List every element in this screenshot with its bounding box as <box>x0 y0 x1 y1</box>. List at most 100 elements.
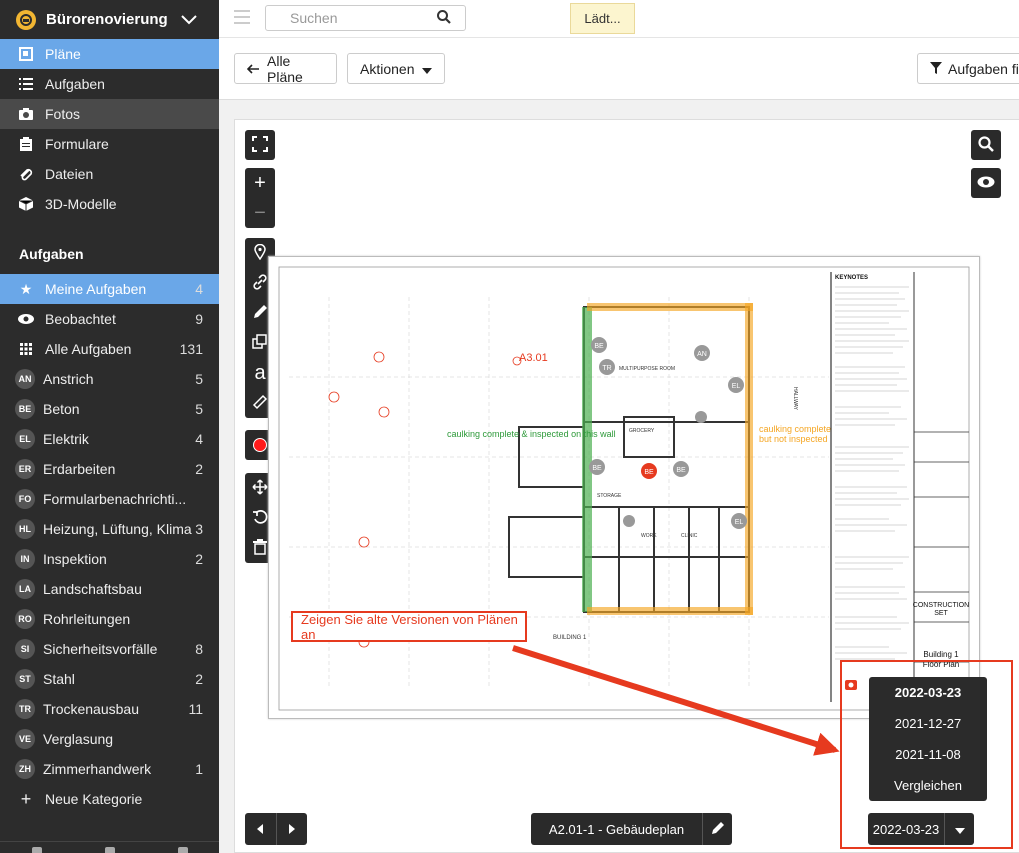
list-icon <box>17 75 35 93</box>
current-version: 2022-03-23 <box>872 821 940 837</box>
category-badge: EL <box>15 429 35 449</box>
version-toggle[interactable] <box>944 813 974 845</box>
sidebar-category[interactable]: ST Stahl 2 <box>0 664 219 694</box>
sidebar-category[interactable]: BE Beton 5 <box>0 394 219 424</box>
actions-label: Aktionen <box>360 60 415 77</box>
category-list: AN Anstrich 5 BE Beton 5 EL Elektrik 4 ER Erdarbei… <box>0 364 219 784</box>
version-dropdown-menu[interactable]: 2022-03-23 2021-12-27 2021-11-08 Verglei… <box>869 677 987 801</box>
task-count: 9 <box>195 311 203 327</box>
new-category-button[interactable]: + Neue Kategorie <box>0 784 219 814</box>
sidebar-item-label: 3D-Modelle <box>45 196 117 212</box>
task-count: 2 <box>195 671 203 687</box>
chevron-left-icon <box>257 821 264 837</box>
task-count: 8 <box>195 641 203 657</box>
sidebar: Bürorenovierung Pläne Aufgaben Fotos For… <box>0 0 219 853</box>
search-icon[interactable] <box>437 10 451 27</box>
sidebar-item-label: Rohrleitungen <box>43 611 131 627</box>
all-plans-label: Alle Pläne <box>267 52 303 85</box>
sidebar-item-label: Fotos <box>45 106 81 122</box>
arrow-left-icon <box>246 61 259 77</box>
previous-plan-button[interactable] <box>245 813 276 845</box>
caret-down-icon <box>422 61 433 77</box>
version-option[interactable]: 2022-03-23 <box>869 677 987 708</box>
edit-plan-button[interactable] <box>702 813 732 845</box>
sidebar-category[interactable]: TR Trockenausbau 11 <box>0 694 219 724</box>
sidebar-item-label: Stahl <box>43 671 75 687</box>
sidebar-item-label: Inspektion <box>43 551 107 567</box>
sidebar-category[interactable]: FO Formularbenachrichti... <box>0 484 219 514</box>
sidebar-item-label: Anstrich <box>43 371 94 387</box>
sidebar-item-files[interactable]: Dateien <box>0 159 219 189</box>
sidebar-item-3d-models[interactable]: 3D-Modelle <box>0 189 219 219</box>
version-selector[interactable]: 2022-03-23 <box>868 813 974 845</box>
task-count: 4 <box>195 281 203 297</box>
menu-icon[interactable] <box>234 10 250 24</box>
actions-dropdown[interactable]: Aktionen <box>347 53 445 84</box>
sidebar-item-label: Alle Aufgaben <box>45 341 132 357</box>
main-content: Alle Pläne Aktionen Aufgaben fil + − a B… <box>219 38 1019 853</box>
paperclip-icon <box>17 165 35 183</box>
chevron-down-icon[interactable] <box>181 12 197 28</box>
star-icon: ★ <box>19 280 33 297</box>
category-badge: IN <box>15 549 35 569</box>
project-switcher[interactable]: Bürorenovierung <box>0 0 219 39</box>
sidebar-item-label: Formulare <box>45 136 109 152</box>
sidebar-item-plans[interactable]: Pläne <box>0 39 219 69</box>
sidebar-category[interactable]: SI Sicherheitsvorfälle 8 <box>0 634 219 664</box>
sidebar-category[interactable]: VE Verglasung <box>0 724 219 754</box>
compare-option[interactable]: Vergleichen <box>869 770 987 801</box>
sidebar-category[interactable]: IN Inspektion 2 <box>0 544 219 574</box>
settings-icon[interactable] <box>104 846 115 853</box>
task-count: 2 <box>195 551 203 567</box>
sidebar-item-label: Heizung, Lüftung, Klima <box>43 521 192 537</box>
next-plan-button[interactable] <box>275 813 308 845</box>
category-badge: LA <box>15 579 35 599</box>
filter-icon <box>930 61 942 77</box>
arrow-to-versions <box>512 645 840 756</box>
eye-icon <box>17 310 35 328</box>
sidebar-category[interactable]: RO Rohrleitungen <box>0 604 219 634</box>
version-option[interactable]: 2021-12-27 <box>869 708 987 739</box>
category-badge: ST <box>15 669 35 689</box>
category-badge: TR <box>15 699 35 719</box>
people-icon[interactable] <box>31 846 42 853</box>
plan-toolbar: Alle Pläne Aktionen Aufgaben fil <box>219 38 1019 100</box>
trash-icon[interactable] <box>177 846 188 853</box>
sidebar-category[interactable]: EL Elektrik 4 <box>0 424 219 454</box>
sidebar-item-watched[interactable]: Beobachtet 9 <box>0 304 219 334</box>
clipboard-icon <box>17 135 35 153</box>
plan-name-control: A2.01-1 - Gebäudeplan <box>531 813 732 845</box>
sidebar-item-all-tasks[interactable]: Alle Aufgaben 131 <box>0 334 219 364</box>
sidebar-item-forms[interactable]: Formulare <box>0 129 219 159</box>
plan-name[interactable]: A2.01-1 - Gebäudeplan <box>531 813 702 845</box>
search-input[interactable] <box>265 5 466 31</box>
category-badge: VE <box>15 729 35 749</box>
version-option[interactable]: 2021-11-08 <box>869 739 987 770</box>
sidebar-category[interactable]: ZH Zimmerhandwerk 1 <box>0 754 219 784</box>
sidebar-category[interactable]: LA Landschaftsbau <box>0 574 219 604</box>
sidebar-item-tasks[interactable]: Aufgaben <box>0 69 219 99</box>
plan-pager <box>245 813 307 845</box>
sidebar-category[interactable]: AN Anstrich 5 <box>0 364 219 394</box>
sidebar-item-label: Aufgaben <box>45 76 105 92</box>
sidebar-category[interactable]: ER Erdarbeiten 2 <box>0 454 219 484</box>
category-badge: HL <box>15 519 35 539</box>
filter-tasks-button[interactable]: Aufgaben fil <box>917 53 1019 84</box>
camera-icon <box>17 105 35 123</box>
all-plans-button[interactable]: Alle Pläne <box>234 52 337 85</box>
category-badge: AN <box>15 369 35 389</box>
plan-viewer[interactable]: + − a BE TR AN EL BE BE BE EL A3.01 caul… <box>234 119 1019 853</box>
sidebar-item-my-tasks[interactable]: ★ Meine Aufgaben 4 <box>0 274 219 304</box>
tasks-section-title: Aufgaben <box>19 246 84 262</box>
sidebar-item-label: Verglasung <box>43 731 114 747</box>
top-bar: Lädt... <box>219 0 1019 38</box>
sidebar-item-label: Elektrik <box>43 431 89 447</box>
category-badge: ZH <box>15 759 35 779</box>
plans-icon <box>17 45 35 63</box>
sidebar-item-label: Beobachtet <box>45 311 116 327</box>
sidebar-item-photos[interactable]: Fotos <box>0 99 219 129</box>
sidebar-item-label: Sicherheitsvorfälle <box>43 641 158 657</box>
sidebar-category[interactable]: HL Heizung, Lüftung, Klima 3 <box>0 514 219 544</box>
plus-icon: + <box>20 788 32 809</box>
sidebar-item-label: Zimmerhandwerk <box>43 761 152 777</box>
